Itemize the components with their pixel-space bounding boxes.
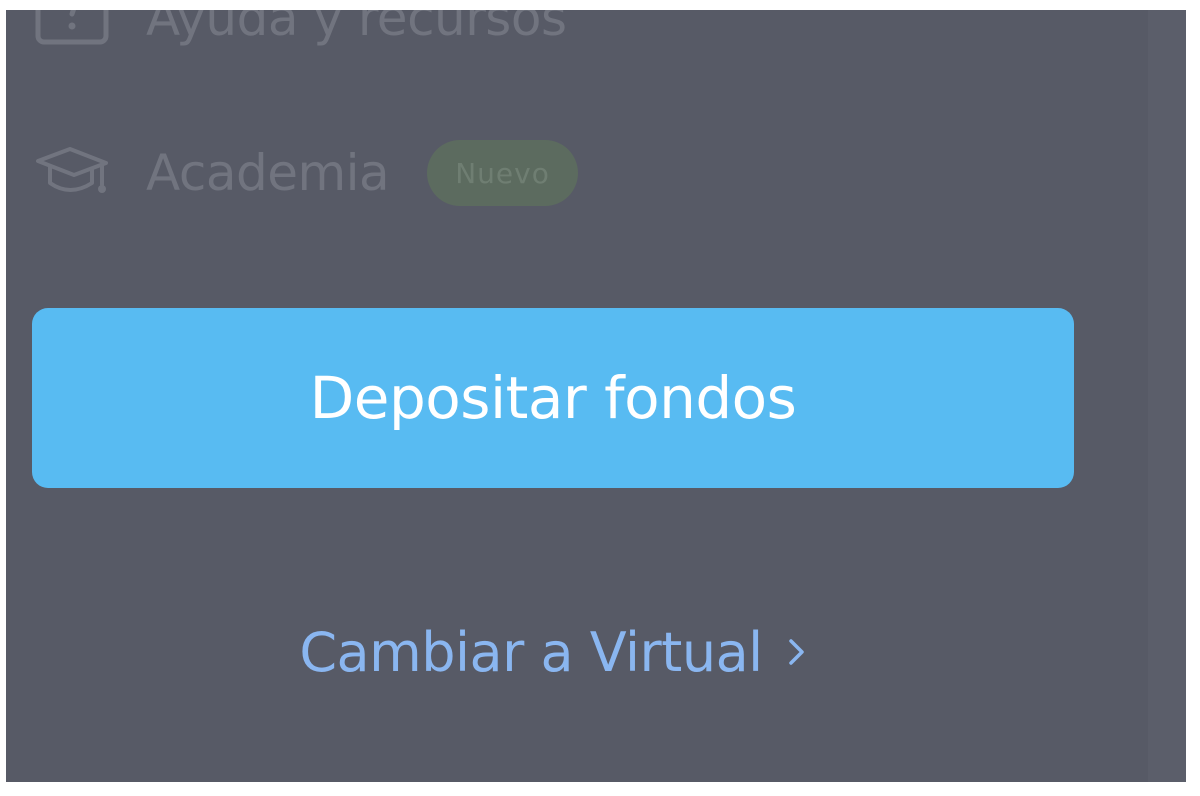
chevron-right-icon xyxy=(787,635,807,669)
sidebar-item-label: Academia xyxy=(146,144,390,202)
sidebar-item-help[interactable]: Ayuda y recursos xyxy=(34,10,567,50)
panel-edge xyxy=(1148,10,1186,782)
deposit-funds-button[interactable]: Depositar fondos xyxy=(32,308,1074,488)
graduation-cap-icon xyxy=(34,141,114,205)
new-badge: Nuevo xyxy=(427,140,578,206)
sidebar-item-academy[interactable]: Academia Nuevo xyxy=(34,140,578,206)
sidebar-panel: Ayuda y recursos Academia Nuevo Deposita… xyxy=(6,10,1186,782)
sidebar-item-label: Ayuda y recursos xyxy=(146,10,567,47)
switch-to-virtual-link[interactable]: Cambiar a Virtual xyxy=(6,610,1100,694)
help-square-icon xyxy=(34,10,114,50)
switch-link-label: Cambiar a Virtual xyxy=(299,620,763,684)
